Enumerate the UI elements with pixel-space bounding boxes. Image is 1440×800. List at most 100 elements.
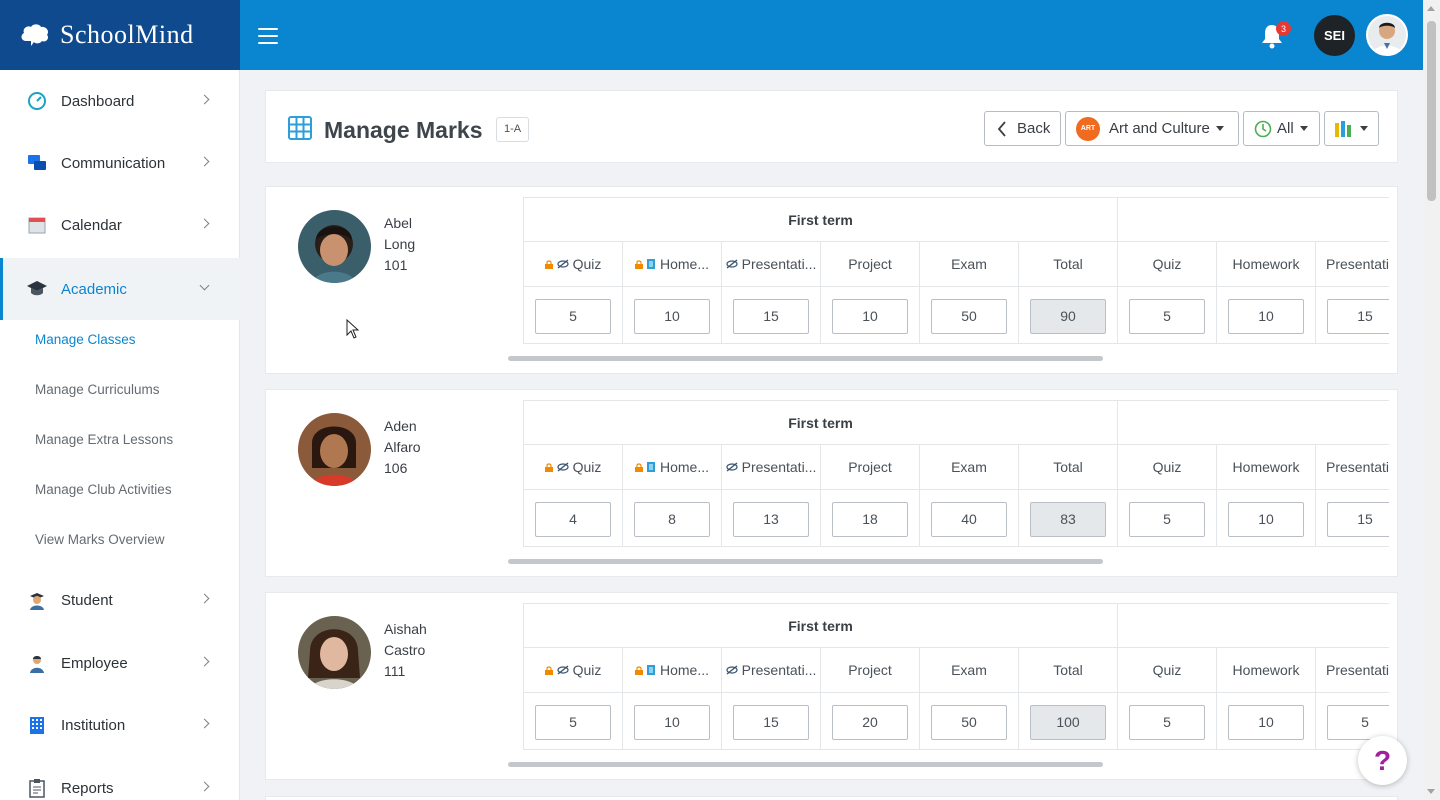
mark-cell bbox=[1316, 287, 1389, 343]
column-header-presentation-2[interactable]: Presentati bbox=[1316, 648, 1389, 693]
column-header-homework-2[interactable]: Homework bbox=[1217, 648, 1316, 693]
horizontal-scrollbar[interactable] bbox=[508, 762, 1103, 767]
column-header-presentation[interactable]: Presentati... bbox=[722, 242, 821, 287]
column-header-quiz-2[interactable]: Quiz bbox=[1118, 445, 1217, 490]
scroll-down-arrow-icon[interactable] bbox=[1427, 789, 1435, 794]
column-header-homework-2[interactable]: Homework bbox=[1217, 445, 1316, 490]
column-header-exam[interactable]: Exam bbox=[920, 242, 1019, 287]
mark-input-presentation[interactable] bbox=[733, 501, 809, 537]
mark-input-quiz[interactable] bbox=[535, 501, 611, 537]
art-subject-badge: ART bbox=[1076, 116, 1100, 141]
column-header-quiz-2[interactable]: Quiz bbox=[1118, 242, 1217, 287]
column-header-presentation[interactable]: Presentati... bbox=[722, 648, 821, 693]
sidebar-item-dashboard[interactable]: Dashboard bbox=[0, 70, 240, 132]
user-profile-photo[interactable] bbox=[1366, 14, 1408, 56]
mark-input-exam[interactable] bbox=[931, 704, 1007, 740]
mark-input-project[interactable] bbox=[832, 298, 908, 334]
mark-input-quiz[interactable] bbox=[535, 704, 611, 740]
mark-input-project[interactable] bbox=[832, 704, 908, 740]
column-header-exam[interactable]: Exam bbox=[920, 648, 1019, 693]
mark-input-quiz-2[interactable] bbox=[1129, 704, 1205, 740]
mark-input-exam[interactable] bbox=[931, 298, 1007, 334]
sidebar-item-academic[interactable]: Academic bbox=[0, 258, 240, 320]
mark-input-homework[interactable] bbox=[634, 298, 710, 334]
column-header-label: Home... bbox=[659, 256, 709, 272]
chevron-right-icon bbox=[199, 656, 210, 667]
column-header-presentation-2[interactable]: Presentati bbox=[1316, 445, 1389, 490]
column-header-label: Quiz bbox=[572, 662, 602, 678]
sidebar-item-label: Employee bbox=[61, 654, 128, 672]
column-header-project[interactable]: Project bbox=[821, 242, 920, 287]
student-avatar[interactable] bbox=[298, 210, 371, 283]
chat-bubbles-icon bbox=[26, 152, 48, 174]
mark-cell bbox=[1118, 693, 1217, 749]
sidebar-item-institution[interactable]: Institution bbox=[0, 694, 240, 756]
scrollbar-thumb[interactable] bbox=[1427, 21, 1436, 201]
sidebar-sub-manage-classes[interactable]: Manage Classes bbox=[35, 332, 136, 347]
mark-input-presentation-2[interactable] bbox=[1327, 501, 1389, 537]
eye-off-icon bbox=[726, 259, 738, 269]
logo[interactable]: SchoolMind bbox=[0, 0, 240, 70]
sidebar-item-calendar[interactable]: Calendar bbox=[0, 194, 240, 256]
marks-table: First term Quiz Home... Presentati... Pr… bbox=[523, 197, 1389, 344]
sidebar-item-student[interactable]: Student bbox=[0, 569, 240, 631]
mark-input-homework-2[interactable] bbox=[1228, 704, 1304, 740]
sidebar-item-communication[interactable]: Communication bbox=[0, 132, 240, 194]
column-header-quiz[interactable]: Quiz bbox=[524, 242, 623, 287]
column-header-label: Presentati... bbox=[741, 459, 817, 475]
column-header-presentation[interactable]: Presentati... bbox=[722, 445, 821, 490]
mark-input-quiz-2[interactable] bbox=[1129, 298, 1205, 334]
mark-input-quiz-2[interactable] bbox=[1129, 501, 1205, 537]
eye-off-icon bbox=[726, 462, 738, 472]
mark-input-homework[interactable] bbox=[634, 704, 710, 740]
mark-total bbox=[1030, 501, 1106, 537]
column-header-presentation-2[interactable]: Presentati bbox=[1316, 242, 1389, 287]
student-avatar[interactable] bbox=[298, 616, 371, 689]
back-button[interactable]: Back bbox=[984, 111, 1061, 146]
column-header-homework-2[interactable]: Homework bbox=[1217, 242, 1316, 287]
column-header-exam[interactable]: Exam bbox=[920, 445, 1019, 490]
sidebar-sub-view-marks-overview[interactable]: View Marks Overview bbox=[35, 532, 165, 547]
column-header-quiz[interactable]: Quiz bbox=[524, 648, 623, 693]
sidebar-sub-manage-extra-lessons[interactable]: Manage Extra Lessons bbox=[35, 432, 173, 447]
user-initials-avatar[interactable]: SEI bbox=[1314, 15, 1355, 56]
sidebar-item-reports[interactable]: Reports bbox=[0, 757, 240, 800]
column-header-project[interactable]: Project bbox=[821, 648, 920, 693]
help-button[interactable]: ? bbox=[1358, 736, 1407, 785]
column-header-quiz[interactable]: Quiz bbox=[524, 445, 623, 490]
mark-cell bbox=[623, 490, 722, 546]
column-header-project[interactable]: Project bbox=[821, 445, 920, 490]
sidebar-sub-manage-curriculums[interactable]: Manage Curriculums bbox=[35, 382, 160, 397]
student-avatar[interactable] bbox=[298, 413, 371, 486]
menu-toggle-icon[interactable] bbox=[258, 28, 278, 44]
student-first-name: Aishah bbox=[384, 621, 427, 637]
column-header-quiz-2[interactable]: Quiz bbox=[1118, 648, 1217, 693]
sidebar-item-label: Institution bbox=[61, 716, 126, 734]
mark-input-project[interactable] bbox=[832, 501, 908, 537]
student-last-name: Long bbox=[384, 236, 416, 252]
mark-input-presentation[interactable] bbox=[733, 704, 809, 740]
column-header-homework[interactable]: Home... bbox=[623, 648, 722, 693]
mark-input-quiz[interactable] bbox=[535, 298, 611, 334]
column-header-homework[interactable]: Home... bbox=[623, 242, 722, 287]
mark-input-presentation-2[interactable] bbox=[1327, 704, 1389, 740]
period-filter-dropdown[interactable]: All bbox=[1243, 111, 1320, 146]
column-header-homework[interactable]: Home... bbox=[623, 445, 722, 490]
column-view-dropdown[interactable] bbox=[1324, 111, 1379, 146]
sidebar-item-employee[interactable]: Employee bbox=[0, 632, 240, 694]
subject-dropdown[interactable]: ART Art and Culture bbox=[1065, 111, 1239, 146]
horizontal-scrollbar[interactable] bbox=[508, 356, 1103, 361]
mark-input-presentation[interactable] bbox=[733, 298, 809, 334]
column-header-label: Quiz bbox=[1152, 662, 1182, 678]
mark-input-homework-2[interactable] bbox=[1228, 501, 1304, 537]
mark-input-homework[interactable] bbox=[634, 501, 710, 537]
mark-input-homework-2[interactable] bbox=[1228, 298, 1304, 334]
mark-input-presentation-2[interactable] bbox=[1327, 298, 1389, 334]
page-scrollbar[interactable] bbox=[1423, 0, 1440, 800]
student-last-name: Castro bbox=[384, 642, 426, 658]
mark-input-exam[interactable] bbox=[931, 501, 1007, 537]
horizontal-scrollbar[interactable] bbox=[508, 559, 1103, 564]
student-id: 106 bbox=[384, 460, 408, 476]
scroll-up-arrow-icon[interactable] bbox=[1427, 6, 1435, 11]
sidebar-sub-manage-club-activities[interactable]: Manage Club Activities bbox=[35, 482, 172, 497]
